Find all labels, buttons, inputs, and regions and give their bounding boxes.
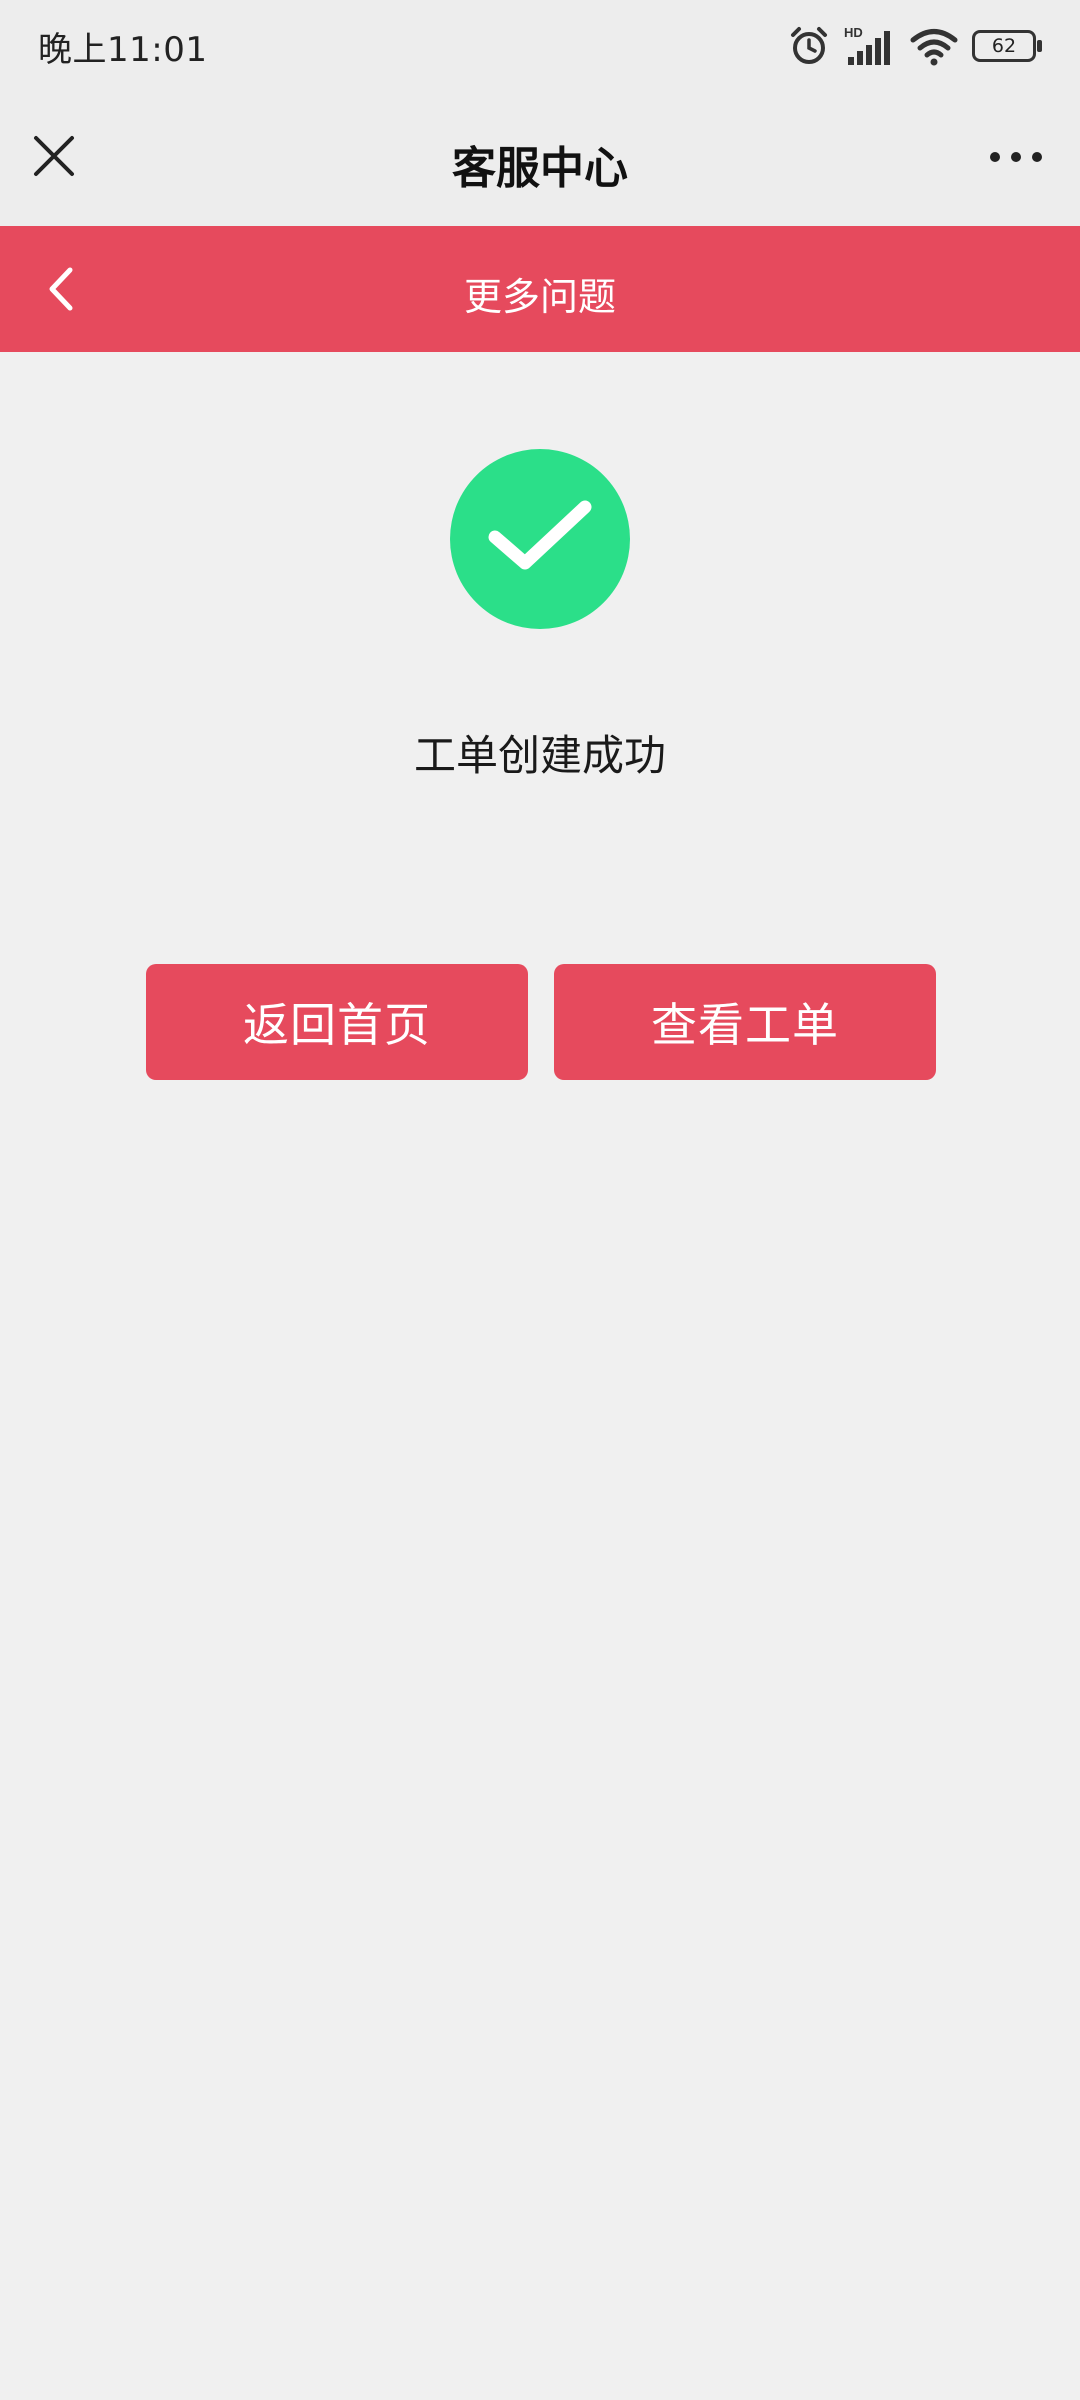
network-label: HD	[844, 25, 863, 40]
view-ticket-button[interactable]: 查看工单	[554, 964, 936, 1080]
wifi-icon	[910, 25, 958, 67]
signal-icon: HD	[844, 25, 896, 67]
sub-header-title: 更多问题	[463, 275, 616, 319]
alarm-icon	[788, 25, 830, 67]
check-circle-icon	[450, 449, 630, 629]
page-title: 客服中心	[452, 143, 628, 194]
success-message: 工单创建成功	[413, 731, 666, 780]
more-icon	[990, 152, 1042, 162]
status-time: 晚上11:01	[38, 29, 208, 70]
battery-icon: 62	[972, 30, 1042, 62]
more-button[interactable]	[978, 132, 1054, 182]
sub-header: 更多问题	[0, 226, 1080, 352]
status-icons: HD 62	[788, 25, 1042, 67]
status-bar: 晚上11:01 HD 62	[0, 0, 1080, 92]
return-home-button[interactable]: 返回首页	[146, 964, 528, 1080]
battery-level: 62	[991, 35, 1017, 57]
app-header: 客服中心	[0, 92, 1080, 226]
screen: 晚上11:01 HD 62 客服中心 更多问题 工单创建成功 返回首页 查看工单	[0, 0, 1080, 2400]
